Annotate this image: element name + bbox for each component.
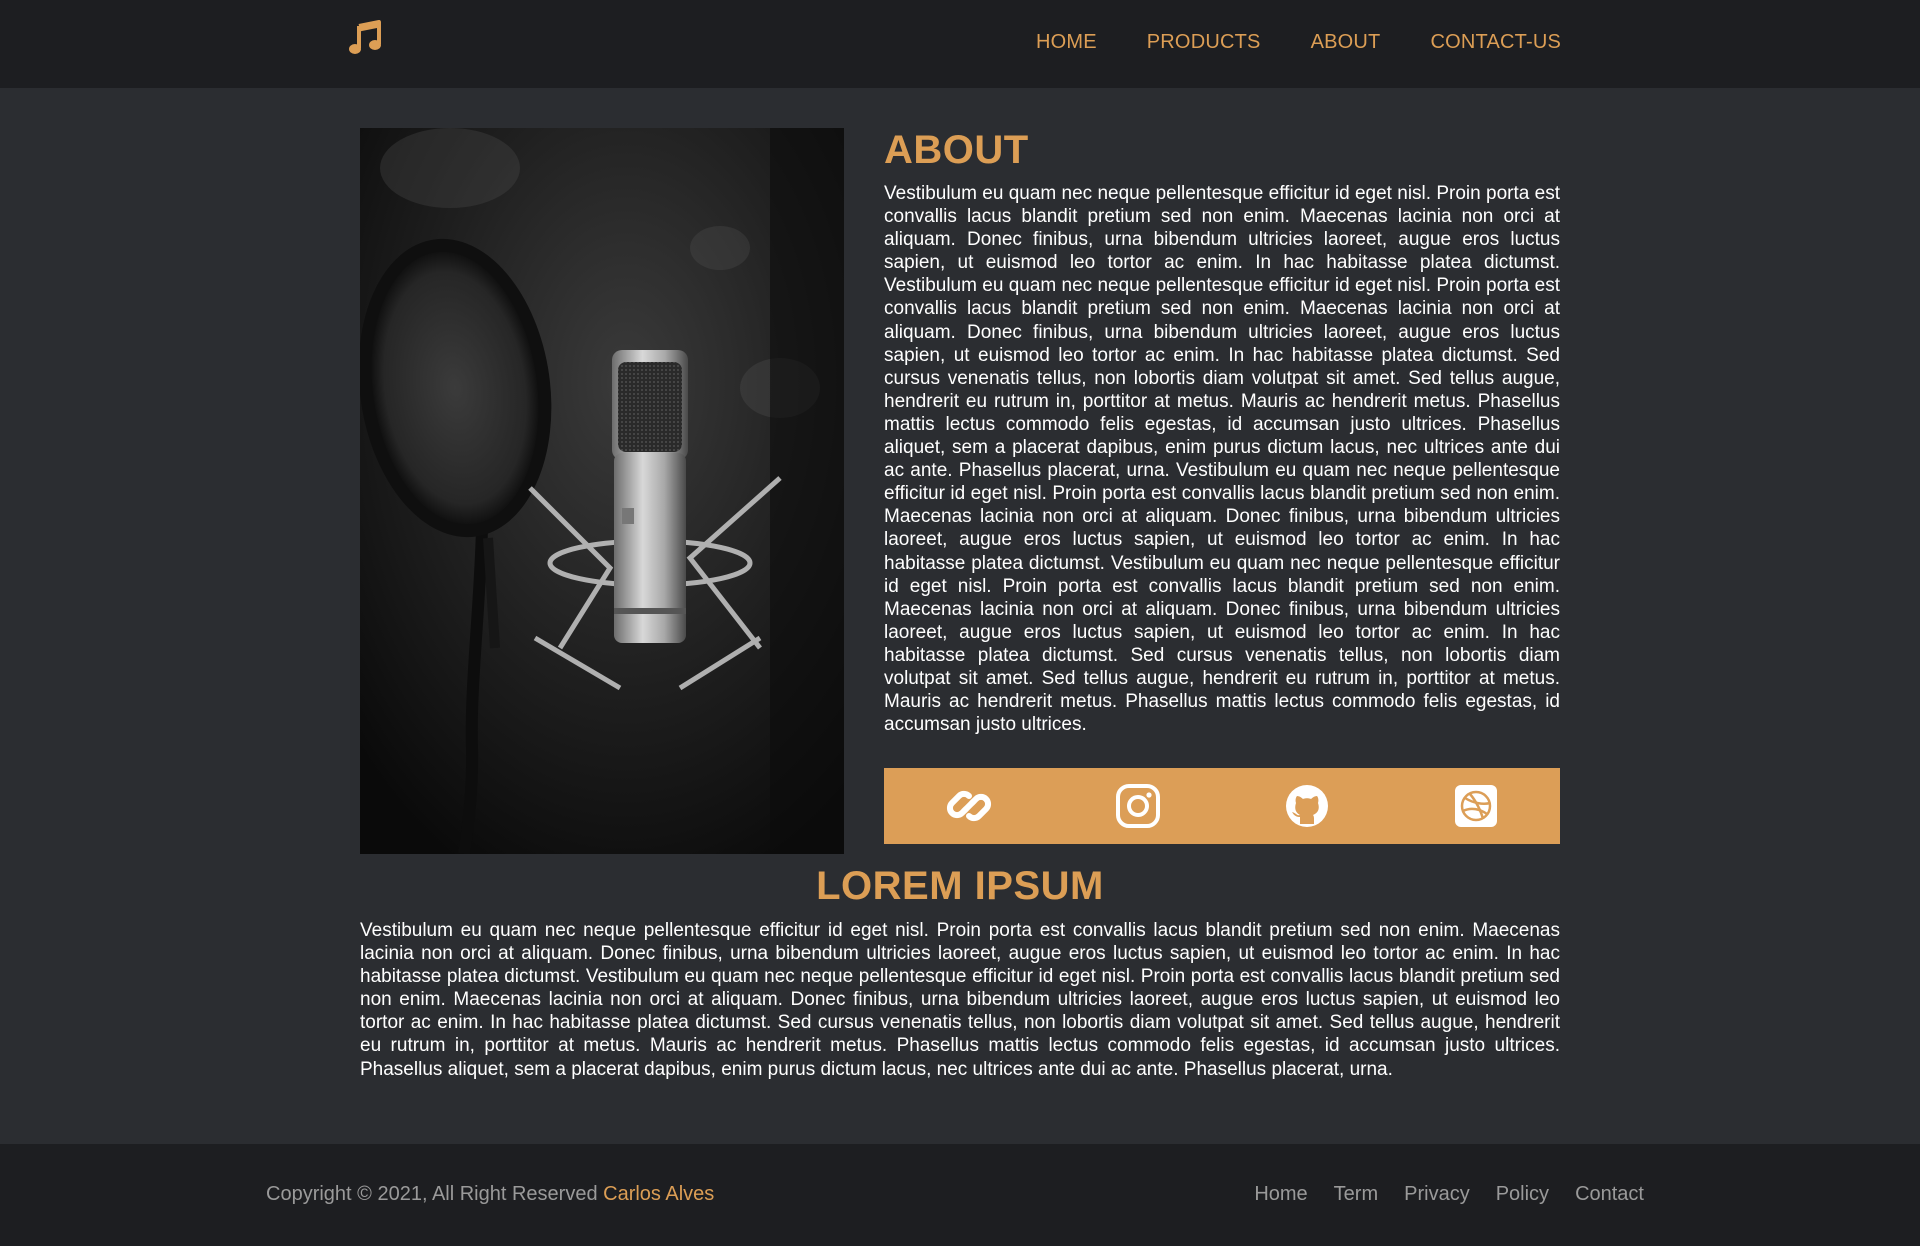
about-title: ABOUT xyxy=(884,128,1029,172)
dribbble-icon[interactable] xyxy=(1451,781,1501,831)
lorem-text: Vestibulum eu quam nec neque pellentesqu… xyxy=(360,920,1560,1080)
main-nav: HOME PRODUCTS ABOUT CONTACT-US xyxy=(1036,30,1561,54)
nav-home-link[interactable]: HOME xyxy=(1036,30,1097,54)
footer-home-link[interactable]: Home xyxy=(1254,1182,1307,1206)
top-navbar: HOME PRODUCTS ABOUT CONTACT-US xyxy=(0,0,1920,88)
copyright-text: Copyright © 2021, All Right Reserved xyxy=(266,1183,598,1205)
social-bar xyxy=(884,768,1560,844)
nav-contact-us-link[interactable]: CONTACT-US xyxy=(1430,30,1561,54)
instagram-icon[interactable] xyxy=(1113,781,1163,831)
link-icon[interactable] xyxy=(944,781,994,831)
author-link[interactable]: Carlos Alves xyxy=(603,1183,714,1205)
github-icon[interactable] xyxy=(1282,781,1332,831)
microphone-photo xyxy=(360,128,844,854)
footer-contact-link[interactable]: Contact xyxy=(1575,1182,1644,1206)
nav-about-link[interactable]: ABOUT xyxy=(1311,30,1381,54)
footer-links: Home Term Privacy Policy Contact xyxy=(1254,1182,1644,1206)
lorem-ipsum-section: LOREM IPSUM Vestibulum eu quam nec neque… xyxy=(360,862,1560,1081)
lorem-title: LOREM IPSUM xyxy=(816,864,1104,908)
music-note-icon[interactable] xyxy=(348,20,384,56)
about-text: Vestibulum eu quam nec neque pellentesqu… xyxy=(884,183,1560,736)
about-section: ABOUT Vestibulum eu quam nec neque pelle… xyxy=(884,126,1560,736)
footer: Copyright © 2021, All Right Reserved Car… xyxy=(0,1144,1920,1246)
footer-term-link[interactable]: Term xyxy=(1334,1182,1378,1206)
footer-privacy-link[interactable]: Privacy xyxy=(1404,1182,1470,1206)
footer-policy-link[interactable]: Policy xyxy=(1496,1182,1549,1206)
nav-products-link[interactable]: PRODUCTS xyxy=(1147,30,1261,54)
copyright-notice: Copyright © 2021, All Right Reserved Car… xyxy=(266,1182,714,1206)
